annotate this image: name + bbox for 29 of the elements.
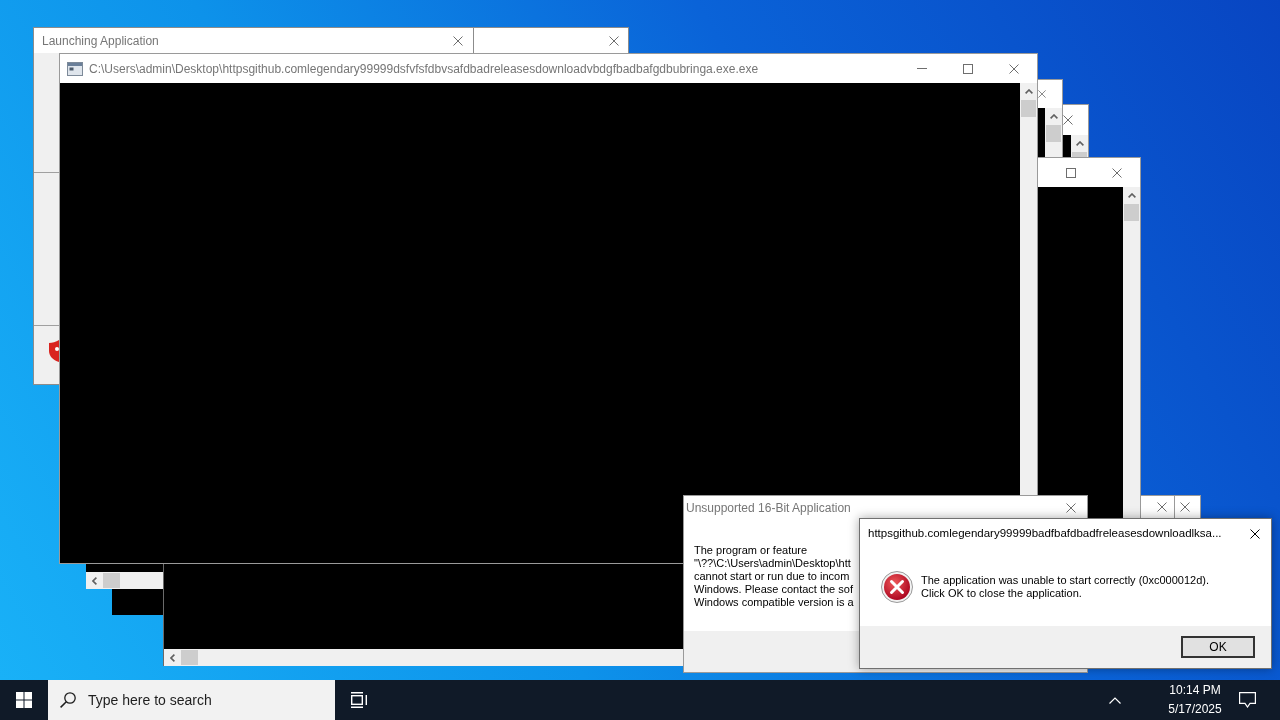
console-window-icon bbox=[67, 61, 83, 76]
window-title: httpsgithub.comlegendary99999badfbafdbadfreleasesdownloadlksa... bbox=[868, 525, 1223, 541]
dialog-message: The program or feature "\??\C:\Users\admin\Desktop\htt cannot start or run due to incom Windows. Please contact the sof Windows compatible version is a bbox=[694, 544, 854, 609]
maximize-icon[interactable] bbox=[963, 63, 973, 74]
window-title: C:\Users\admin\Desktop\httpsgithub.comlegendary99999dsfvfsfdbvsafdbadreleasesdownloadvbdgfbadbafgdbubringa.exe.exe bbox=[89, 60, 760, 78]
task-view-icon[interactable] bbox=[351, 692, 367, 708]
close-icon[interactable] bbox=[1250, 528, 1260, 539]
vertical-scrollbar[interactable] bbox=[1123, 187, 1140, 518]
window-title: Unsupported 16-Bit Application bbox=[686, 500, 852, 517]
window-title: Launching Application bbox=[42, 32, 160, 50]
search-field[interactable]: Type here to search bbox=[48, 680, 335, 720]
search-icon bbox=[60, 692, 76, 708]
chevron-up-icon[interactable] bbox=[1109, 696, 1121, 704]
ok-button[interactable]: OK bbox=[1181, 636, 1255, 658]
vertical-scrollbar[interactable] bbox=[1045, 108, 1062, 157]
error-icon bbox=[881, 571, 913, 603]
scrollbar-thumb[interactable] bbox=[1124, 204, 1139, 221]
maximize-icon[interactable] bbox=[1066, 167, 1076, 178]
scrollbar-thumb[interactable] bbox=[1046, 125, 1061, 142]
vertical-scrollbar[interactable] bbox=[1071, 135, 1088, 157]
scrollbar-thumb[interactable] bbox=[181, 650, 198, 665]
clock-button[interactable]: 10:14 PM 5/17/2025 bbox=[1168, 681, 1222, 719]
notification-icon[interactable] bbox=[1238, 692, 1256, 708]
scrollbar-thumb[interactable] bbox=[103, 573, 120, 588]
scrollbar-thumb[interactable] bbox=[1072, 152, 1087, 157]
console-output bbox=[1063, 135, 1071, 157]
error-message: The application was unable to start correctly (0xc000012d). Click OK to close the application. bbox=[921, 574, 1209, 600]
windows-logo-icon[interactable] bbox=[16, 692, 32, 708]
scrollbar-thumb[interactable] bbox=[1021, 100, 1036, 117]
